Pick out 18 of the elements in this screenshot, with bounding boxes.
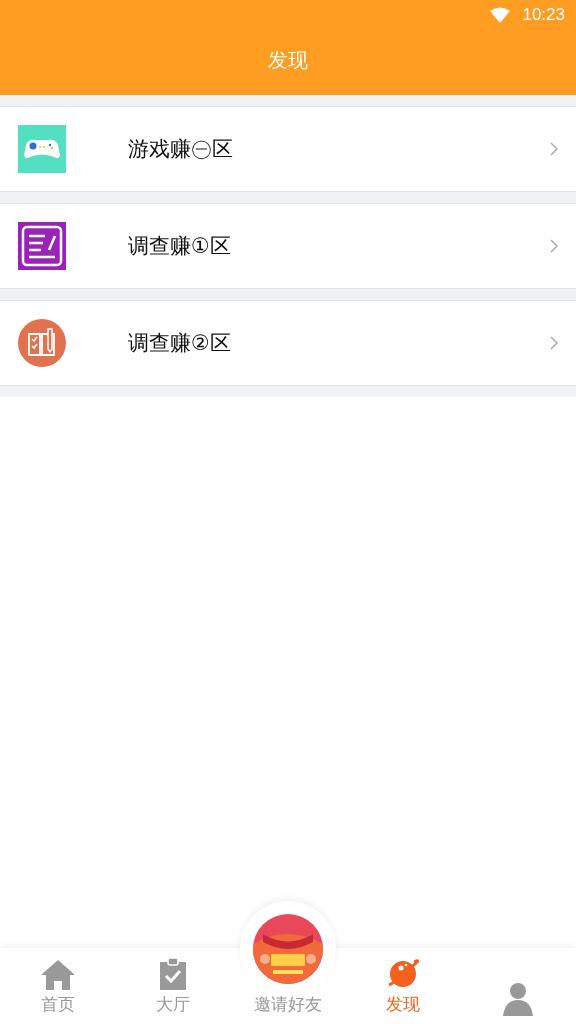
list-item[interactable]: 调查赚①区 — [0, 203, 576, 289]
wifi-icon — [490, 7, 511, 23]
home-icon — [39, 959, 76, 991]
page-title: 发现 — [268, 47, 308, 74]
status-time: 10:23 — [522, 5, 565, 25]
tab[interactable]: 首页 — [0, 948, 116, 1024]
clipboard-icon — [158, 957, 187, 991]
person-icon — [501, 982, 536, 1016]
book-icon — [18, 319, 66, 367]
note-icon — [18, 222, 66, 270]
chevron-icon — [550, 239, 558, 253]
list-item[interactable]: 游戏赚㊀区 — [0, 106, 576, 192]
list-item[interactable]: 调查赚②区 — [0, 300, 576, 386]
chevron-icon — [550, 142, 558, 156]
tab[interactable]: 大厅 — [115, 948, 231, 1024]
gamepad-icon — [18, 125, 66, 173]
tab[interactable]: 发现 — [345, 948, 461, 1024]
chevron-icon — [550, 336, 558, 350]
